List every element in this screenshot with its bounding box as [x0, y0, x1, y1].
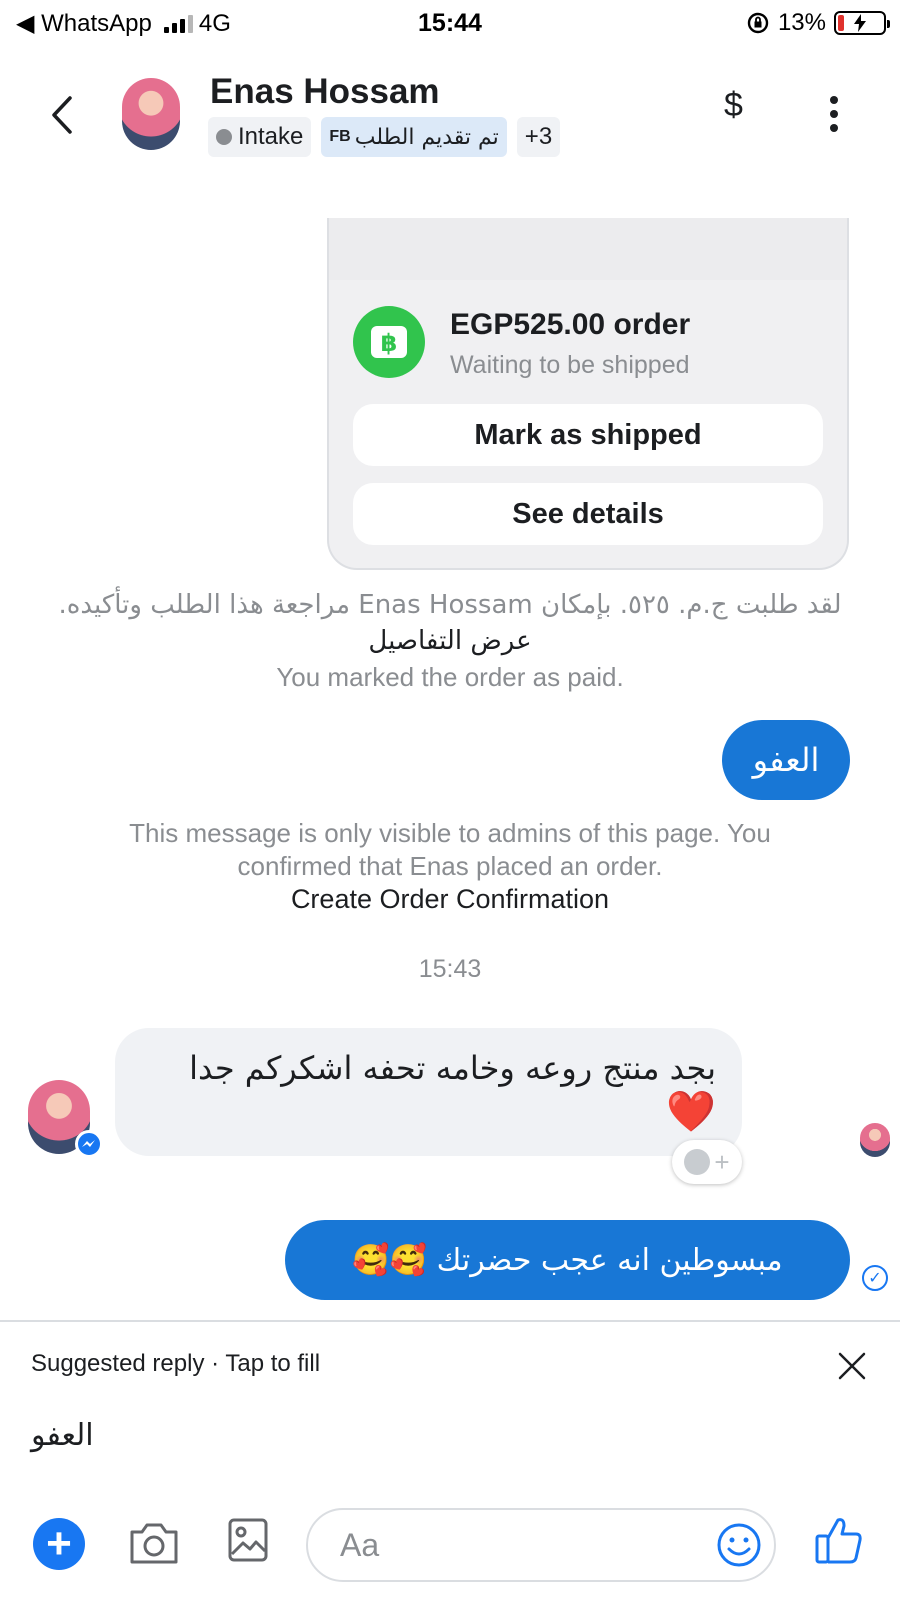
view-details-link[interactable]: عرض التفاصيل: [0, 626, 900, 656]
status-right: 13%: [746, 9, 890, 37]
conversation-header: Enas Hossam Intake FB تم تقديم الطلب +3 …: [0, 60, 900, 170]
rotation-lock-icon: [747, 12, 769, 34]
incoming-message[interactable]: بجد منتج روعه وخامه تحفه اشكركم جدا ❤️: [115, 1028, 742, 1156]
sent-check-icon: ✓: [862, 1265, 888, 1291]
tag-more[interactable]: +3: [516, 117, 561, 157]
add-reaction-button[interactable]: +: [672, 1140, 742, 1184]
create-order-confirmation-link[interactable]: Create Order Confirmation: [0, 884, 900, 915]
contact-name[interactable]: Enas Hossam: [210, 72, 440, 112]
admin-notice: This message is only visible to admins o…: [129, 818, 771, 881]
seen-avatar: [860, 1123, 890, 1157]
order-system-message: لقد طلبت ج.م. ٥٢٥. بإمكان Enas Hossam مر…: [58, 590, 842, 620]
svg-text:฿: ฿: [381, 329, 398, 357]
message-input[interactable]: [306, 1508, 776, 1582]
facebook-label: FB: [329, 128, 351, 145]
see-details-button[interactable]: See details: [353, 483, 823, 545]
more-options-icon[interactable]: [830, 96, 840, 132]
battery-icon: [834, 11, 890, 35]
contact-avatar[interactable]: [122, 78, 180, 150]
status-dot-icon: [216, 129, 232, 145]
message-timestamp: 15:43: [418, 955, 482, 983]
order-card-header: [329, 218, 847, 280]
tag-order-label: تم تقديم الطلب: [354, 124, 499, 150]
marked-paid-message: You marked the order as paid.: [276, 662, 624, 692]
incoming-message-text: بجد منتج روعه وخامه تحفه اشكركم جدا: [189, 1049, 716, 1087]
message-composer: +: [0, 1500, 900, 1600]
smiley-icon: [684, 1149, 711, 1175]
outgoing-message[interactable]: مبسوطين انه عجب حضرتك 🥰🥰: [285, 1220, 850, 1300]
gallery-icon[interactable]: [228, 1518, 268, 1562]
divider: [0, 1320, 900, 1322]
battery-percent: 13%: [777, 9, 826, 36]
contact-tags: Intake FB تم تقديم الطلب +3: [208, 117, 561, 157]
payment-dollar-button[interactable]: $: [724, 86, 743, 125]
back-arrow-icon[interactable]: [44, 90, 84, 140]
mark-as-shipped-button[interactable]: Mark as shipped: [353, 404, 823, 466]
messenger-icon: [75, 1130, 103, 1158]
suggested-reply-label: Suggested reply · Tap to fill: [31, 1350, 321, 1377]
order-icon: ฿: [353, 306, 425, 378]
tag-intake[interactable]: Intake: [208, 117, 312, 157]
suggested-reply-text[interactable]: العفو: [31, 1418, 94, 1453]
tag-order-submitted[interactable]: FB تم تقديم الطلب: [321, 117, 507, 157]
camera-icon[interactable]: [128, 1520, 180, 1566]
emoji-icon[interactable]: [716, 1522, 762, 1568]
order-status: Waiting to be shipped: [450, 351, 690, 379]
order-title: EGP525.00 order: [450, 308, 691, 341]
tag-intake-label: Intake: [238, 123, 304, 150]
plus-icon[interactable]: +: [33, 1518, 85, 1570]
outgoing-message[interactable]: العفو: [722, 720, 850, 800]
close-icon[interactable]: [836, 1350, 868, 1382]
thumbs-up-icon[interactable]: [814, 1514, 864, 1566]
plus-icon: +: [714, 1146, 730, 1177]
status-bar: ◀ WhatsApp 4G 15:44 13%: [0, 0, 900, 46]
order-card: ฿ EGP525.00 order Waiting to be shipped …: [327, 218, 849, 570]
heart-emoji: ❤️: [666, 1089, 716, 1135]
